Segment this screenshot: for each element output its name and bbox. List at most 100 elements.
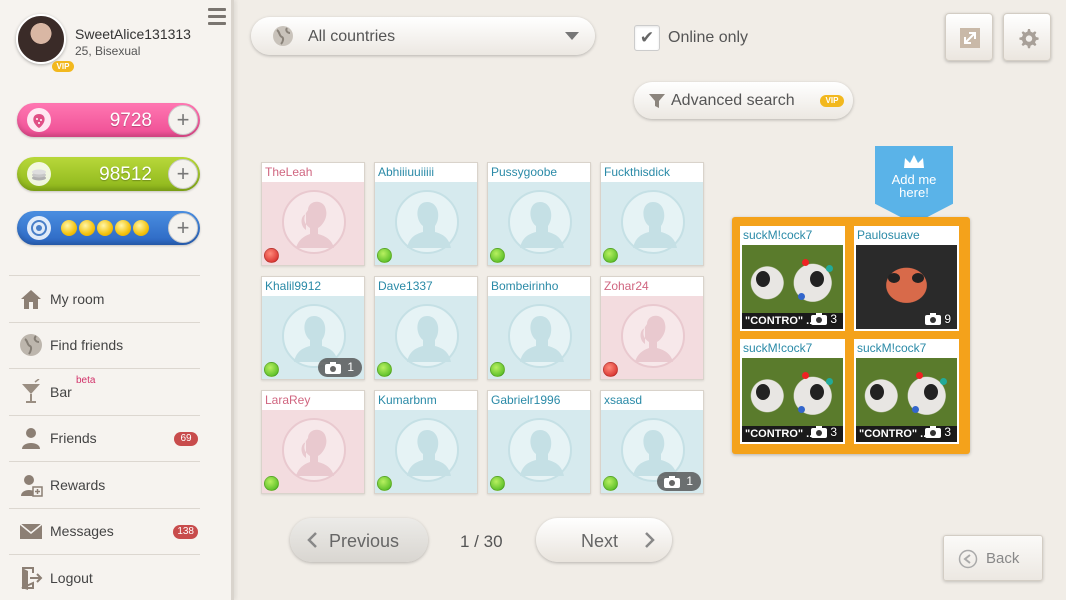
featured-users: suckM!cock7 "CONTRO" ... 3 Paulosuave 9 suckM… xyxy=(732,217,970,454)
next-button[interactable]: Next xyxy=(536,518,672,562)
beta-tag: beta xyxy=(76,375,96,386)
country-label: All countries xyxy=(308,28,396,45)
sidebar-item-rewards[interactable]: Rewards xyxy=(9,461,200,508)
user-card[interactable]: Khalil9912 1 xyxy=(261,276,365,380)
camera-icon xyxy=(664,476,680,488)
fullscreen-button[interactable] xyxy=(945,13,993,61)
online-status-icon xyxy=(603,476,618,491)
photo-count-badge: 1 xyxy=(318,358,362,377)
advanced-search-label: Advanced search xyxy=(671,92,795,109)
user-card-photo xyxy=(488,182,590,265)
count-badge: 69 xyxy=(174,431,198,446)
user-card-name: xsaasd xyxy=(601,391,703,410)
online-status-icon xyxy=(264,476,279,491)
user-card-name: Fuckthisdick xyxy=(601,163,703,182)
back-arrow-icon xyxy=(958,549,978,569)
photo-count-badge: 3 xyxy=(925,425,951,439)
user-card[interactable]: LaraRey xyxy=(261,390,365,494)
sidebar-item-bar[interactable]: Bar beta xyxy=(9,368,200,415)
user-card[interactable]: TheLeah xyxy=(261,162,365,266)
photo-count-badge: 9 xyxy=(925,312,951,326)
country-select[interactable]: All countries xyxy=(251,17,595,55)
user-card[interactable]: xsaasd 1 xyxy=(600,390,704,494)
rating-coin xyxy=(97,220,113,236)
user-card-name: Khalil9912 xyxy=(262,277,364,296)
sidebar-item-label: Find friends xyxy=(50,337,124,354)
sidebar-item-label: Bar xyxy=(50,383,72,400)
coin-stack-icon xyxy=(27,162,51,186)
settings-button[interactable] xyxy=(1003,13,1051,61)
user-card[interactable]: Zohar24 xyxy=(600,276,704,380)
user-card-photo xyxy=(262,182,364,265)
online-status-icon xyxy=(264,362,279,377)
featured-user-card[interactable]: suckM!cock7 "CONTRO" ... 3 xyxy=(740,339,845,444)
sidebar-item-find-friends[interactable]: Find friends xyxy=(9,321,200,369)
next-label: Next xyxy=(581,531,619,551)
profile-silhouette-icon xyxy=(395,304,459,368)
user-card-photo: 1 xyxy=(262,296,364,379)
user-card[interactable]: Abhiiiuuiiiii xyxy=(374,162,478,266)
sidebar-item-my-room[interactable]: My room xyxy=(9,275,200,322)
featured-user-card[interactable]: suckM!cock7 "CONTRO" ... 3 xyxy=(740,226,845,331)
user-card-photo xyxy=(375,182,477,265)
featured-user-card[interactable]: Paulosuave 9 xyxy=(854,226,959,331)
user-card[interactable]: Pussygoobe xyxy=(487,162,591,266)
add-strawberries-button[interactable]: + xyxy=(168,105,198,135)
advanced-search-button[interactable]: Advanced search VIP xyxy=(634,82,853,119)
sidebar-item-friends[interactable]: Friends 69 xyxy=(9,414,200,462)
sidebar-item-label: Logout xyxy=(50,569,93,586)
avatar[interactable] xyxy=(16,14,66,64)
add-rating-button[interactable]: + xyxy=(168,213,198,243)
hamburger-menu-icon[interactable] xyxy=(208,8,226,28)
online-status-icon xyxy=(377,362,392,377)
user-card[interactable]: Kumarbnm xyxy=(374,390,478,494)
logout-icon xyxy=(18,565,44,591)
user-card-name: Abhiiiuuiiiii xyxy=(375,163,477,182)
user-card-photo xyxy=(601,182,703,265)
photo-count-badge: 1 xyxy=(657,472,701,491)
user-card[interactable]: Dave1337 xyxy=(374,276,478,380)
add-coins-button[interactable]: + xyxy=(168,159,198,189)
user-card-photo xyxy=(601,296,703,379)
profile-silhouette-icon xyxy=(508,304,572,368)
user-card[interactable]: Bombeirinho xyxy=(487,276,591,380)
strawberry-balance: 9728 + xyxy=(17,103,200,137)
sidebar-item-logout[interactable]: Logout xyxy=(9,554,200,600)
user-name: SweetAlice131313 xyxy=(75,26,191,42)
featured-user-photo: "CONTRO" ... 3 xyxy=(742,358,843,442)
sidebar: VIP SweetAlice131313 25, Bisexual 9728 +… xyxy=(0,0,234,600)
photo-count-value: 3 xyxy=(830,425,837,439)
featured-user-name: suckM!cock7 xyxy=(743,228,813,242)
user-card-name: Kumarbnm xyxy=(375,391,477,410)
rating-coins xyxy=(61,220,151,241)
expand-icon xyxy=(960,28,980,48)
vip-tag: VIP xyxy=(820,95,844,107)
offline-status-icon xyxy=(603,362,618,377)
profile-silhouette-icon xyxy=(395,418,459,482)
sidebar-item-messages[interactable]: Messages 138 xyxy=(9,507,200,555)
photo-count-value: 1 xyxy=(347,360,354,374)
previous-button[interactable]: Previous xyxy=(290,518,428,562)
online-only-checkbox[interactable]: ✔ xyxy=(634,25,660,51)
coin-balance: 98512 + xyxy=(17,157,200,191)
back-button[interactable]: Back xyxy=(943,535,1043,581)
previous-label: Previous xyxy=(329,531,400,551)
vip-badge: VIP xyxy=(52,61,74,72)
add-me-banner[interactable]: Add me here! xyxy=(875,146,953,224)
rating-coin xyxy=(115,220,131,236)
camera-icon xyxy=(811,313,828,325)
featured-user-photo: 9 xyxy=(856,245,957,329)
online-status-icon xyxy=(603,248,618,263)
photo-count-value: 3 xyxy=(830,312,837,326)
rating-coin xyxy=(133,220,149,236)
user-info: 25, Bisexual xyxy=(75,44,141,58)
featured-user-card[interactable]: suckM!cock7 "CONTRO" ... 3 xyxy=(854,339,959,444)
chevron-down-icon xyxy=(565,32,579,40)
user-card[interactable]: Fuckthisdick xyxy=(600,162,704,266)
photo-count-badge: 3 xyxy=(811,312,837,326)
featured-user-name: Paulosuave xyxy=(857,228,920,242)
crown-icon xyxy=(904,155,924,168)
sidebar-nav: My room Find friends Bar beta Friends 69 Rewar… xyxy=(9,275,200,600)
user-card[interactable]: Gabrielr1996 xyxy=(487,390,591,494)
back-label: Back xyxy=(986,550,1020,567)
